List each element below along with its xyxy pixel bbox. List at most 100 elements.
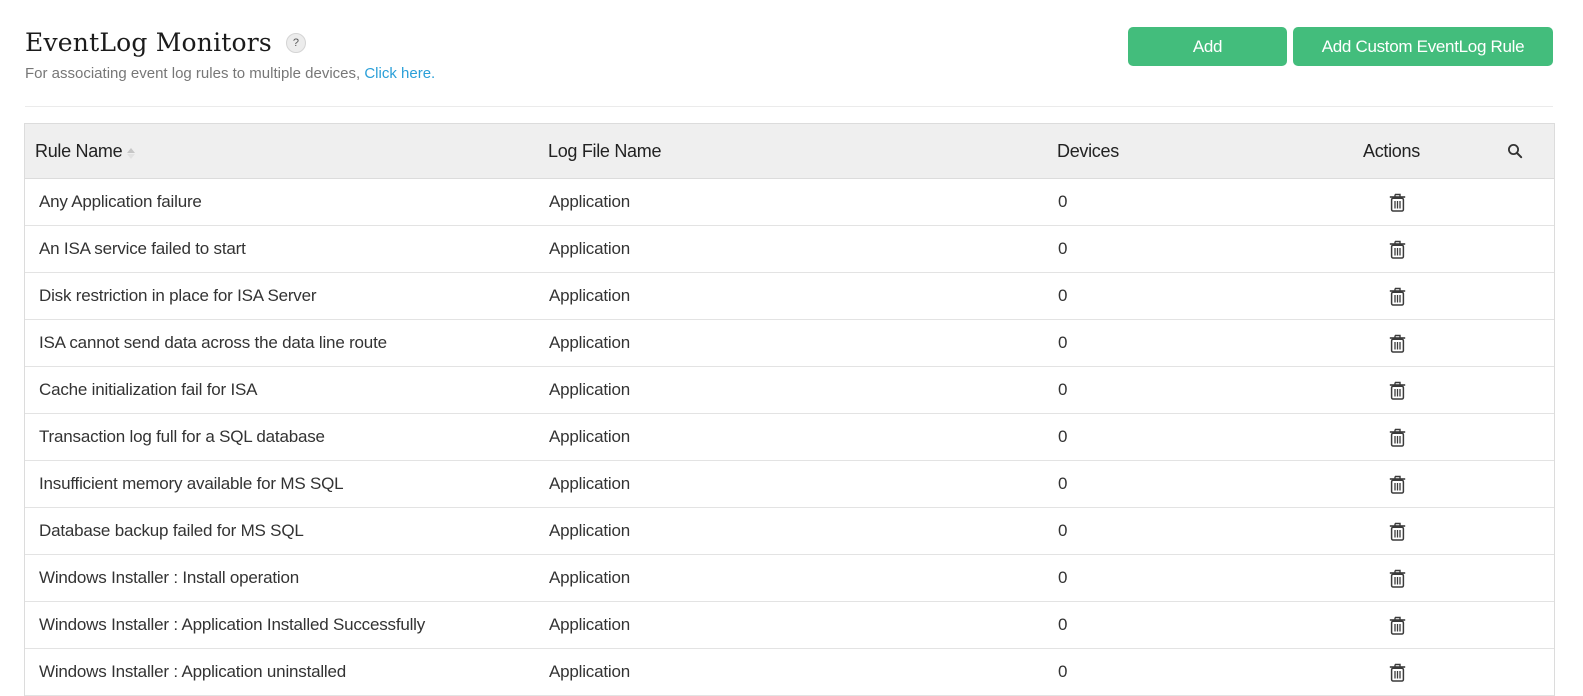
actions-cell bbox=[1389, 320, 1406, 366]
column-header-label: Log File Name bbox=[548, 140, 662, 161]
rule-name-cell: Database backup failed for MS SQL bbox=[39, 521, 304, 540]
trash-icon bbox=[1389, 428, 1406, 447]
table-row[interactable]: Database backup failed for MS SQL Applic… bbox=[25, 508, 1554, 555]
log-file-name-cell: Application bbox=[549, 568, 630, 587]
log-file-name-cell: Application bbox=[549, 333, 630, 352]
table-row[interactable]: Insufficient memory available for MS SQL… bbox=[25, 461, 1554, 508]
help-icon[interactable]: ? bbox=[285, 32, 306, 53]
devices-cell: 0 bbox=[1058, 568, 1068, 587]
rule-name-cell: Windows Installer : Application Installe… bbox=[39, 615, 426, 634]
trash-icon bbox=[1389, 569, 1406, 588]
log-file-name-cell: Application bbox=[549, 474, 630, 493]
actions-cell bbox=[1389, 555, 1406, 601]
rule-name-cell: Windows Installer : Install operation bbox=[39, 568, 300, 587]
rule-name-cell: An ISA service failed to start bbox=[39, 239, 246, 258]
trash-icon bbox=[1389, 334, 1406, 353]
actions-cell bbox=[1389, 179, 1406, 225]
devices-cell: 0 bbox=[1058, 662, 1068, 681]
log-file-name-cell: Application bbox=[549, 521, 630, 540]
page-title: EventLog Monitors bbox=[25, 28, 272, 57]
table-row[interactable]: Windows Installer : Application Installe… bbox=[25, 602, 1554, 649]
delete-rule-button[interactable] bbox=[1389, 522, 1406, 541]
devices-cell: 0 bbox=[1058, 427, 1068, 446]
actions-cell bbox=[1389, 226, 1406, 272]
delete-rule-button[interactable] bbox=[1389, 193, 1406, 212]
log-file-name-cell: Application bbox=[549, 286, 630, 305]
log-file-name-cell: Application bbox=[549, 380, 630, 399]
table-row[interactable]: Disk restriction in place for ISA Server… bbox=[25, 273, 1554, 320]
delete-rule-button[interactable] bbox=[1389, 616, 1406, 635]
table-header: Rule Name Log File Name Devices Actions bbox=[25, 124, 1554, 179]
trash-icon bbox=[1389, 193, 1406, 212]
table-search-icon[interactable] bbox=[1507, 124, 1523, 178]
table-row[interactable]: Cache initialization fail for ISA Applic… bbox=[25, 367, 1554, 414]
header-divider bbox=[25, 106, 1553, 107]
devices-cell: 0 bbox=[1058, 380, 1068, 399]
search-icon bbox=[1508, 144, 1523, 159]
rule-name-cell: Any Application failure bbox=[39, 192, 202, 211]
actions-cell bbox=[1389, 461, 1406, 507]
delete-rule-button[interactable] bbox=[1389, 428, 1406, 447]
actions-cell bbox=[1389, 414, 1406, 460]
table-row[interactable]: ISA cannot send data across the data lin… bbox=[25, 320, 1554, 367]
add-custom-eventlog-rule-button[interactable]: Add Custom EventLog Rule bbox=[1293, 27, 1553, 66]
delete-rule-button[interactable] bbox=[1389, 475, 1406, 494]
trash-icon bbox=[1389, 663, 1406, 682]
devices-cell: 0 bbox=[1058, 192, 1068, 211]
column-header-rule-name[interactable]: Rule Name bbox=[35, 124, 136, 178]
devices-cell: 0 bbox=[1058, 474, 1068, 493]
actions-cell bbox=[1389, 602, 1406, 648]
actions-cell bbox=[1389, 273, 1406, 319]
table-row[interactable]: An ISA service failed to start Applicati… bbox=[25, 226, 1554, 273]
column-header-label: Rule Name bbox=[35, 140, 123, 161]
log-file-name-cell: Application bbox=[549, 427, 630, 446]
actions-cell bbox=[1389, 649, 1406, 695]
trash-icon bbox=[1389, 475, 1406, 494]
column-header-label: Devices bbox=[1057, 140, 1119, 161]
sort-ascending-icon[interactable] bbox=[127, 147, 136, 159]
table-body: Any Application failure Application 0 An… bbox=[25, 179, 1554, 696]
delete-rule-button[interactable] bbox=[1389, 334, 1406, 353]
trash-icon bbox=[1389, 240, 1406, 259]
title-row: EventLog Monitors ? bbox=[25, 28, 435, 57]
trash-icon bbox=[1389, 381, 1406, 400]
rule-name-cell: Insufficient memory available for MS SQL bbox=[39, 474, 344, 493]
devices-cell: 0 bbox=[1058, 333, 1068, 352]
actions-cell bbox=[1389, 367, 1406, 413]
rule-name-cell: Transaction log full for a SQL database bbox=[39, 427, 325, 446]
delete-rule-button[interactable] bbox=[1389, 569, 1406, 588]
eventlog-rules-table: Rule Name Log File Name Devices Actions … bbox=[24, 123, 1555, 696]
log-file-name-cell: Application bbox=[549, 615, 630, 634]
delete-rule-button[interactable] bbox=[1389, 663, 1406, 682]
add-button[interactable]: Add bbox=[1128, 27, 1287, 66]
devices-cell: 0 bbox=[1058, 286, 1068, 305]
delete-rule-button[interactable] bbox=[1389, 381, 1406, 400]
devices-cell: 0 bbox=[1058, 615, 1068, 634]
column-header-actions: Actions bbox=[1363, 124, 1420, 178]
trash-icon bbox=[1389, 522, 1406, 541]
page-header: EventLog Monitors ? For associating even… bbox=[25, 28, 435, 82]
table-row[interactable]: Transaction log full for a SQL database … bbox=[25, 414, 1554, 461]
column-header-devices: Devices bbox=[1057, 124, 1119, 178]
trash-icon bbox=[1389, 287, 1406, 306]
delete-rule-button[interactable] bbox=[1389, 287, 1406, 306]
log-file-name-cell: Application bbox=[549, 192, 630, 211]
page-subtitle: For associating event log rules to multi… bbox=[25, 65, 435, 82]
column-header-log-file-name: Log File Name bbox=[548, 124, 661, 178]
rule-name-cell: Windows Installer : Application uninstal… bbox=[39, 662, 347, 681]
devices-cell: 0 bbox=[1058, 239, 1068, 258]
log-file-name-cell: Application bbox=[549, 239, 630, 258]
table-row[interactable]: Any Application failure Application 0 bbox=[25, 179, 1554, 226]
subtitle-text: For associating event log rules to multi… bbox=[25, 65, 365, 82]
devices-cell: 0 bbox=[1058, 521, 1068, 540]
actions-cell bbox=[1389, 508, 1406, 554]
rule-name-cell: ISA cannot send data across the data lin… bbox=[39, 333, 387, 352]
column-header-label: Actions bbox=[1363, 140, 1420, 161]
delete-rule-button[interactable] bbox=[1389, 240, 1406, 259]
trash-icon bbox=[1389, 616, 1406, 635]
click-here-link[interactable]: Click here. bbox=[364, 65, 435, 82]
log-file-name-cell: Application bbox=[549, 662, 630, 681]
rule-name-cell: Disk restriction in place for ISA Server bbox=[39, 286, 317, 305]
rule-name-cell: Cache initialization fail for ISA bbox=[39, 380, 258, 399]
table-row[interactable]: Windows Installer : Install operation Ap… bbox=[25, 555, 1554, 602]
